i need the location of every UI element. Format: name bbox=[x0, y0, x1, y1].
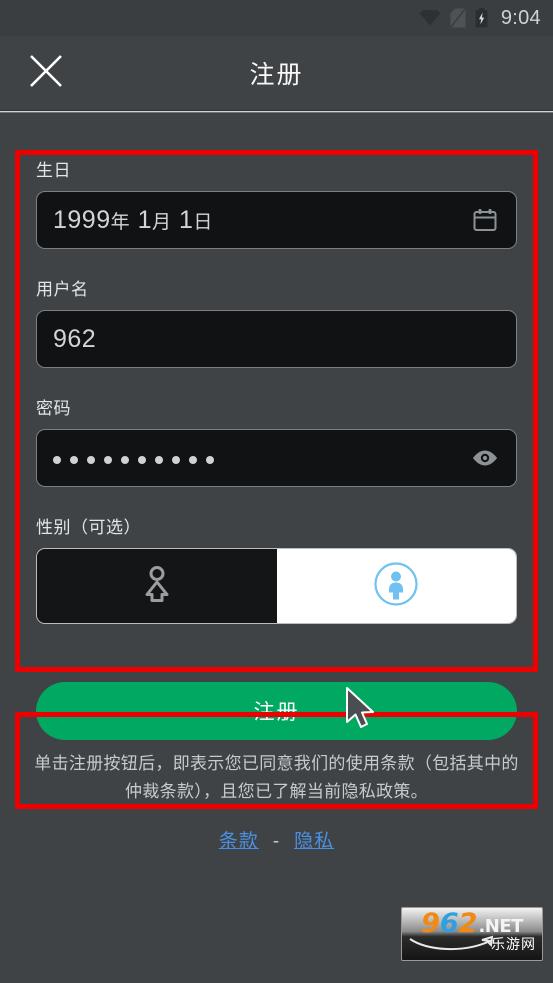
gender-label: 性别（可选） bbox=[36, 518, 141, 537]
birthday-value: 1999年 1月 1日 bbox=[53, 205, 213, 234]
password-label: 密码 bbox=[36, 399, 71, 418]
eye-icon[interactable] bbox=[470, 443, 500, 473]
username-field: 用户名 962 bbox=[36, 275, 517, 368]
battery-charging-icon bbox=[475, 8, 488, 28]
calendar-icon[interactable] bbox=[470, 205, 500, 235]
privacy-link[interactable]: 隐私 bbox=[294, 831, 334, 852]
status-icon-group: 9:04 bbox=[419, 7, 541, 30]
birthday-label: 生日 bbox=[36, 161, 71, 180]
status-bar: 9:04 bbox=[0, 0, 553, 36]
password-field: 密码 bbox=[36, 394, 517, 487]
gender-option-male[interactable] bbox=[276, 549, 516, 623]
person-circle-icon bbox=[373, 561, 419, 612]
title-bar: 注册 bbox=[0, 36, 553, 110]
watermark-digits: 962 bbox=[421, 908, 478, 939]
username-input[interactable]: 962 bbox=[36, 310, 517, 368]
terms-link[interactable]: 条款 bbox=[219, 831, 259, 852]
close-button[interactable] bbox=[24, 51, 68, 95]
watermark-cn-text: 乐游网 bbox=[491, 936, 536, 952]
close-icon bbox=[26, 51, 66, 96]
header-divider bbox=[0, 110, 553, 114]
no-sim-icon bbox=[450, 8, 466, 28]
username-label: 用户名 bbox=[36, 280, 89, 299]
password-value-dots bbox=[53, 453, 470, 464]
birthday-input[interactable]: 1999年 1月 1日 bbox=[36, 191, 517, 249]
birthday-field: 生日 1999年 1月 1日 bbox=[36, 156, 517, 249]
signup-form: 生日 1999年 1月 1日 用户名 962 密码 性别（可选） bbox=[0, 156, 553, 624]
watermark-bottom: 乐游网 bbox=[402, 935, 542, 957]
status-time: 9:04 bbox=[500, 6, 541, 29]
signup-button[interactable]: 注册 bbox=[36, 682, 517, 740]
terms-text: 单击注册按钮后，即表示您已同意我们的使用条款（包括其中的仲裁条款），且您已了解当… bbox=[34, 754, 519, 801]
legal-links: 条款 - 隐私 bbox=[0, 826, 553, 853]
swoosh-icon bbox=[409, 935, 494, 950]
gender-toggle bbox=[36, 548, 517, 624]
submit-area: 注册 bbox=[0, 682, 553, 740]
password-input[interactable] bbox=[36, 429, 517, 487]
watermark-logo-text: 962 .NET bbox=[402, 908, 542, 937]
signup-screen: 9:04 注册 生日 1999年 1月 1日 用户名 962 密码 性别（可选）… bbox=[0, 0, 553, 983]
site-watermark: 962 .NET 乐游网 bbox=[401, 907, 543, 961]
gender-field: 性别（可选） bbox=[36, 513, 517, 624]
username-value: 962 bbox=[53, 324, 97, 353]
person-outline-icon bbox=[140, 564, 174, 609]
wifi-icon bbox=[419, 10, 441, 26]
gender-option-female[interactable] bbox=[37, 549, 277, 623]
link-separator: - bbox=[272, 831, 281, 852]
page-title: 注册 bbox=[249, 61, 304, 89]
